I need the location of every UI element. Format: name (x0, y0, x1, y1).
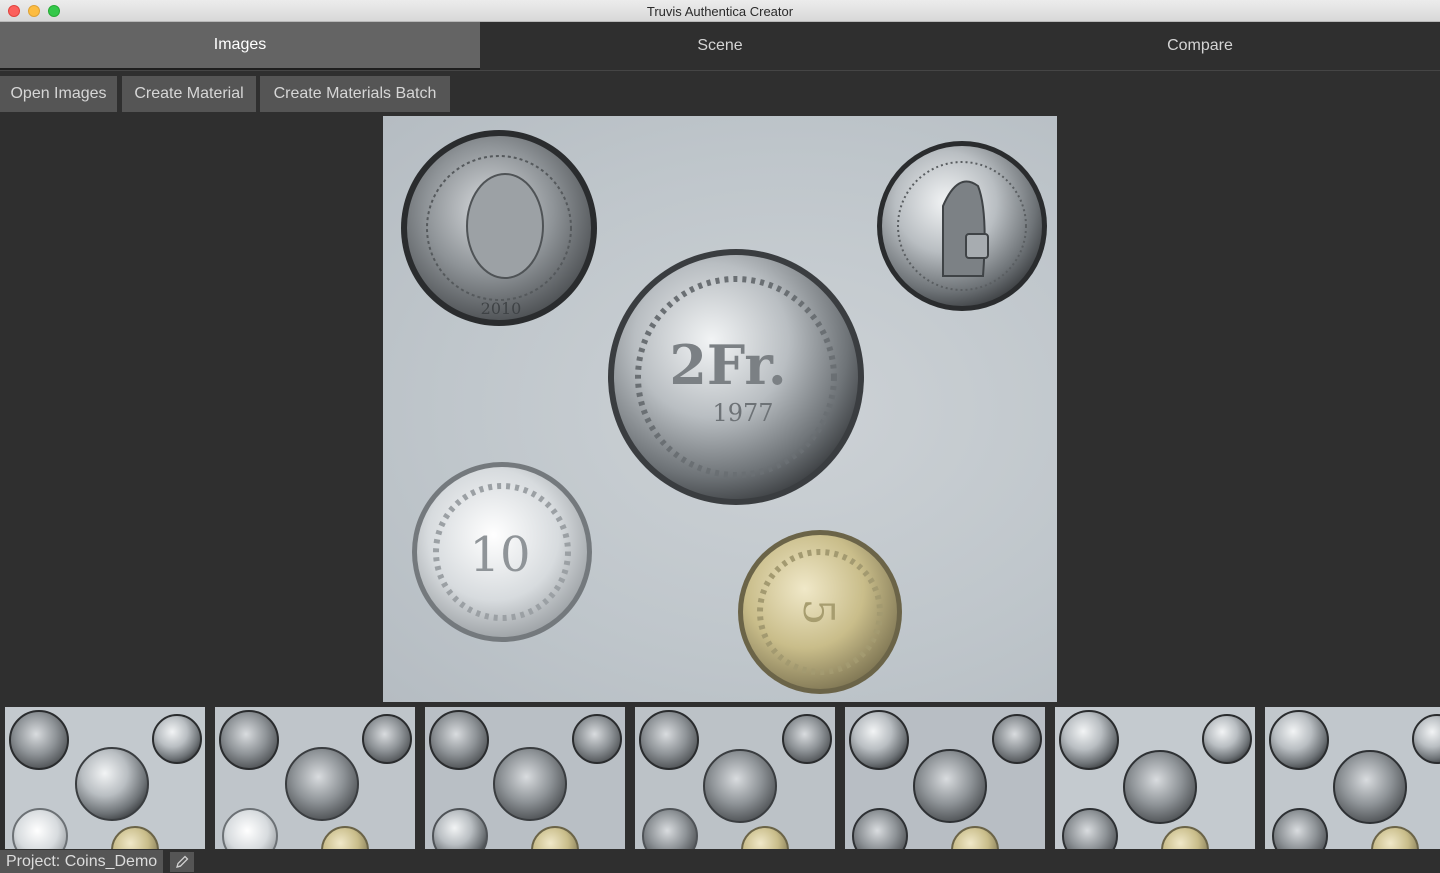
coin-half-franc (877, 141, 1047, 311)
thumbnail-2[interactable] (215, 707, 415, 849)
svg-text:5: 5 (794, 599, 843, 626)
svg-text:2010: 2010 (481, 299, 522, 318)
tab-bar: Images Scene Compare (0, 22, 1440, 71)
thumbnail-strip[interactable] (0, 703, 1440, 851)
create-materials-batch-button[interactable]: Create Materials Batch (260, 76, 450, 112)
toolbar: Open Images Create Material Create Mater… (0, 72, 1440, 116)
thumbnail-1[interactable] (5, 707, 205, 849)
tab-scene[interactable]: Scene (480, 22, 960, 70)
thumbnail-5[interactable] (845, 707, 1045, 849)
edit-project-button[interactable] (170, 852, 194, 872)
coin-2-francs: 2Fr. 1977 (608, 249, 864, 505)
image-viewer: 2010 2Fr. 1977 10 5 (0, 116, 1440, 703)
coin-5-centimes: 5 (738, 530, 902, 694)
thumbnail-4[interactable] (635, 707, 835, 849)
pencil-icon (176, 855, 189, 868)
app-window: Truvis Authentica Creator Images Scene C… (0, 0, 1440, 873)
tab-compare[interactable]: Compare (960, 22, 1440, 70)
svg-text:10: 10 (469, 527, 530, 583)
main-image[interactable]: 2010 2Fr. 1977 10 5 (383, 116, 1057, 702)
project-name-label: Project: Coins_Demo (0, 850, 164, 873)
window-title: Truvis Authentica Creator (646, 4, 794, 19)
thumbnail-3[interactable] (425, 707, 625, 849)
title-bar: Truvis Authentica Creator (0, 0, 1440, 22)
coin-20-centimes: 2010 (401, 130, 597, 326)
tab-images[interactable]: Images (0, 22, 480, 70)
status-bar: Project: Coins_Demo (0, 850, 1440, 873)
coin-10-centimes: 10 (412, 462, 592, 642)
open-images-button[interactable]: Open Images (0, 76, 117, 112)
thumbnail-7[interactable] (1265, 707, 1440, 849)
thumbnail-6[interactable] (1055, 707, 1255, 849)
svg-text:2Fr.: 2Fr. (669, 333, 786, 397)
create-material-button[interactable]: Create Material (122, 76, 256, 112)
svg-text:1977: 1977 (712, 399, 773, 427)
